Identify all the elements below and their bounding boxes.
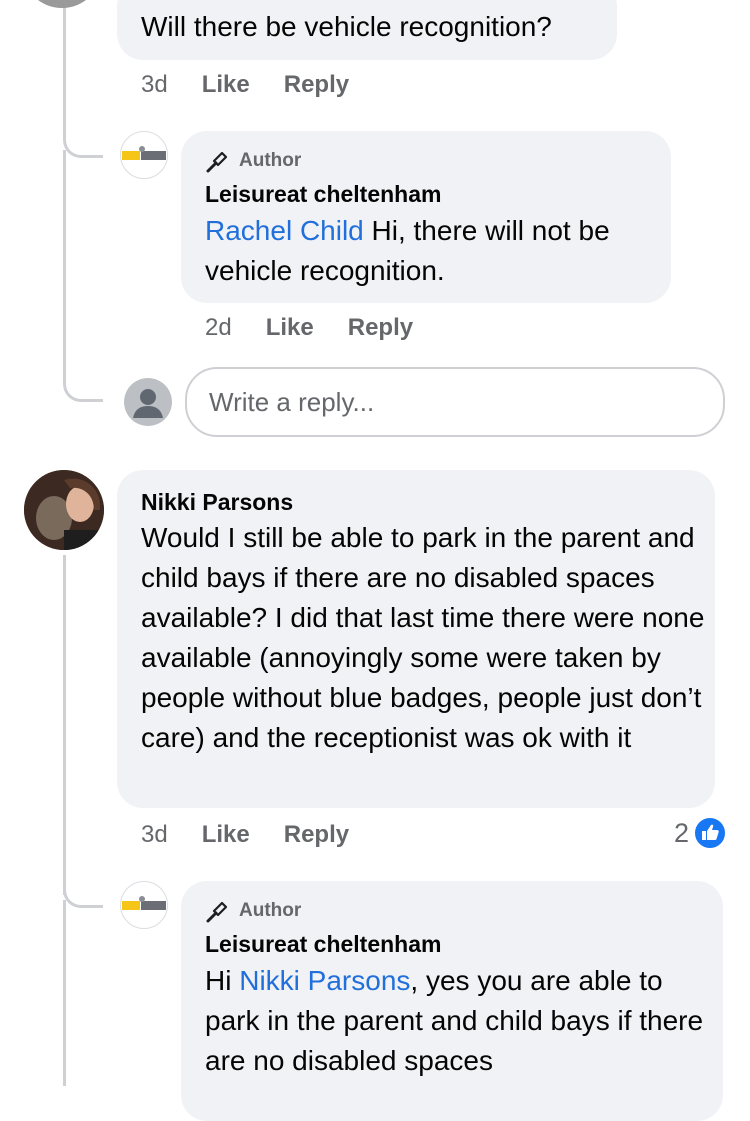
like-button[interactable]: Like [202, 821, 250, 849]
mention-link[interactable]: Nikki Parsons [239, 965, 410, 996]
reply-button[interactable]: Reply [284, 71, 349, 99]
reply-button[interactable]: Reply [348, 314, 413, 342]
microphone-icon [206, 901, 228, 923]
author-badge: Author [205, 898, 301, 924]
like-button[interactable]: Like [202, 71, 250, 99]
default-user-icon [133, 389, 163, 418]
leisure-at-logo-icon [122, 896, 166, 910]
thread-connector [63, 120, 103, 158]
timestamp[interactable]: 3d [141, 71, 168, 99]
thread-line [63, 555, 66, 895]
timestamp[interactable]: 2d [205, 314, 232, 342]
write-reply-placeholder: Write a reply... [209, 386, 375, 417]
write-reply-input[interactable]: Write a reply... [185, 367, 725, 437]
commenter-name[interactable]: Nikki Parsons [141, 487, 293, 517]
reply-prefix: Hi [205, 965, 240, 996]
profile-photo [24, 470, 104, 550]
reply-button[interactable]: Reply [284, 821, 349, 849]
commenter-name[interactable]: Leisureat cheltenham [205, 179, 441, 209]
comment-actions: 3d Like Reply [141, 71, 349, 99]
comment-text: Would I still be able to park in the par… [141, 522, 705, 753]
page-avatar[interactable] [120, 881, 168, 929]
avatar[interactable] [22, 0, 102, 8]
thread-line [63, 900, 66, 1086]
page-avatar[interactable] [120, 131, 168, 179]
reply-bubble: Author Leisureat cheltenham Rachel Child… [181, 131, 671, 303]
comment-bubble: Nikki Parsons Would I still be able to p… [117, 470, 715, 808]
timestamp[interactable]: 3d [141, 821, 168, 849]
reaction-count: 2 [674, 817, 690, 848]
comment-bubble: Will there be vehicle recognition? [117, 0, 617, 60]
like-reaction-icon [693, 816, 728, 850]
reply-actions: 2d Like Reply [205, 314, 413, 342]
reply-bubble: Author Leisureat cheltenham Hi Nikki Par… [181, 881, 723, 1121]
author-badge-label: Author [239, 900, 302, 921]
reply-text: Hi Nikki Parsons, yes you are able to pa… [205, 961, 710, 1081]
thread-line [63, 0, 66, 140]
thread-connector [63, 870, 103, 908]
current-user-avatar [124, 378, 172, 426]
author-badge: Author [205, 148, 301, 174]
comment-text: Will there be vehicle recognition? [141, 11, 552, 42]
thread-connector [63, 360, 103, 402]
avatar[interactable] [24, 470, 104, 550]
thread-line [63, 150, 66, 380]
reply-text: Rachel Child Hi, there will not be vehic… [205, 211, 655, 291]
author-badge-label: Author [239, 150, 302, 171]
microphone-icon [206, 151, 228, 173]
commenter-name[interactable]: Leisureat cheltenham [205, 929, 441, 959]
comment-actions: 3d Like Reply [141, 821, 349, 849]
leisure-at-logo-icon [122, 146, 166, 160]
like-button[interactable]: Like [266, 314, 314, 342]
mention-link[interactable]: Rachel Child [205, 215, 364, 246]
reaction-summary[interactable]: 2 [674, 816, 728, 850]
